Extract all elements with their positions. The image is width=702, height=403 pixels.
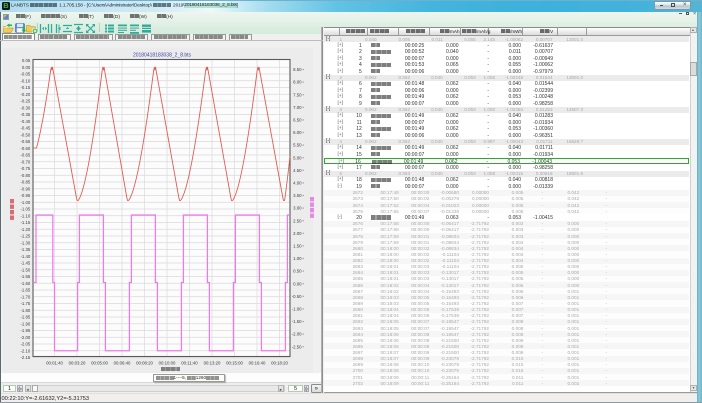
svg-text:8.00: 8.00 [293, 80, 302, 85]
svg-text:-1.55: -1.55 [21, 274, 31, 279]
svg-text:-0.50: -0.50 [292, 294, 302, 299]
svg-text:0.00: 0.00 [293, 281, 302, 286]
svg-text:00:03:20: 00:03:20 [69, 361, 86, 366]
svg-text:-1.20: -1.20 [21, 227, 31, 232]
svg-text:-1.15: -1.15 [21, 220, 31, 225]
svg-text:-1.25: -1.25 [21, 234, 31, 239]
svg-text:-1.60: -1.60 [21, 281, 31, 286]
svg-text:-2.10: -2.10 [21, 348, 31, 353]
svg-text:2.00: 2.00 [293, 231, 302, 236]
svg-text:-1.10: -1.10 [21, 213, 31, 218]
svg-text:00:13:20: 00:13:20 [204, 361, 221, 366]
svg-text:-0.95: -0.95 [21, 193, 31, 198]
svg-text:-1.05: -1.05 [21, 207, 31, 212]
svg-text:20180418183038_2_8.bts: 20180418183038_2_8.bts [133, 53, 192, 59]
svg-text:-0.50: -0.50 [21, 132, 31, 137]
svg-text:-0.45: -0.45 [21, 126, 31, 131]
svg-text:0.50: 0.50 [293, 269, 302, 274]
svg-text:-1.50: -1.50 [21, 267, 31, 272]
svg-text:-1.70: -1.70 [21, 294, 31, 299]
svg-text:4.50: 4.50 [293, 168, 302, 173]
svg-text:-1.80: -1.80 [21, 308, 31, 313]
svg-text:-0.05: -0.05 [21, 72, 31, 77]
svg-text:-2.00: -2.00 [292, 332, 302, 337]
svg-text:1.50: 1.50 [293, 243, 302, 248]
svg-text:4.00: 4.00 [293, 180, 302, 185]
svg-text:-1.85: -1.85 [21, 315, 31, 320]
svg-text:-1.40: -1.40 [21, 254, 31, 259]
svg-text:-0.10: -0.10 [21, 78, 31, 83]
svg-text:00:15:00: 00:15:00 [226, 361, 243, 366]
svg-text:0.05: 0.05 [22, 58, 31, 63]
svg-text:00:05:00: 00:05:00 [91, 361, 108, 366]
svg-text:-0.55: -0.55 [21, 139, 31, 144]
svg-text:6.00: 6.00 [293, 130, 302, 135]
svg-text:-1.75: -1.75 [21, 301, 31, 306]
svg-text:00:10:00: 00:10:00 [159, 361, 176, 366]
svg-text:-0.80: -0.80 [21, 173, 31, 178]
svg-text:-1.95: -1.95 [21, 328, 31, 333]
svg-text:-0.65: -0.65 [21, 153, 31, 158]
svg-text:5.50: 5.50 [293, 143, 302, 148]
svg-text:-1.30: -1.30 [21, 240, 31, 245]
svg-text:-0.40: -0.40 [21, 119, 31, 124]
svg-text:7.50: 7.50 [293, 92, 302, 97]
svg-text:-0.85: -0.85 [21, 180, 31, 185]
svg-text:00:18:20: 00:18:20 [271, 361, 288, 366]
svg-text:8.50: 8.50 [293, 67, 302, 72]
svg-text:00:11:40: 00:11:40 [181, 361, 198, 366]
svg-text:-2.05: -2.05 [21, 342, 31, 347]
svg-text:3.50: 3.50 [293, 193, 302, 198]
svg-text:-0.35: -0.35 [21, 112, 31, 117]
svg-text:-0.70: -0.70 [21, 159, 31, 164]
svg-text:-0.75: -0.75 [21, 166, 31, 171]
svg-text:3.00: 3.00 [293, 206, 302, 211]
svg-text:6.50: 6.50 [293, 117, 302, 122]
svg-text:-1.90: -1.90 [21, 321, 31, 326]
svg-text:-1.00: -1.00 [292, 306, 302, 311]
svg-text:-2.15: -2.15 [21, 355, 31, 360]
svg-text:-1.35: -1.35 [21, 247, 31, 252]
svg-text:-2.50: -2.50 [292, 344, 302, 349]
svg-text:00:06:40: 00:06:40 [114, 361, 131, 366]
svg-text:-1.00: -1.00 [21, 200, 31, 205]
svg-text:00:08:20: 00:08:20 [136, 361, 153, 366]
svg-text:1.00: 1.00 [293, 256, 302, 261]
svg-text:-1.50: -1.50 [292, 319, 302, 324]
svg-text:2.50: 2.50 [293, 218, 302, 223]
svg-text:5.00: 5.00 [293, 155, 302, 160]
svg-text:-0.25: -0.25 [21, 99, 31, 104]
svg-text:-0.30: -0.30 [21, 105, 31, 110]
svg-text:-0.15: -0.15 [21, 85, 31, 90]
svg-text:-0.90: -0.90 [21, 186, 31, 191]
svg-text:00:16:40: 00:16:40 [249, 361, 266, 366]
svg-text:-0.20: -0.20 [21, 92, 31, 97]
svg-text:0.00: 0.00 [22, 65, 31, 70]
svg-text:-1.65: -1.65 [21, 288, 31, 293]
svg-text:-1.45: -1.45 [21, 261, 31, 266]
svg-text:00:01:40: 00:01:40 [46, 361, 63, 366]
svg-text:7.00: 7.00 [293, 105, 302, 110]
svg-text:-0.60: -0.60 [21, 146, 31, 151]
svg-text:-2.00: -2.00 [21, 335, 31, 340]
